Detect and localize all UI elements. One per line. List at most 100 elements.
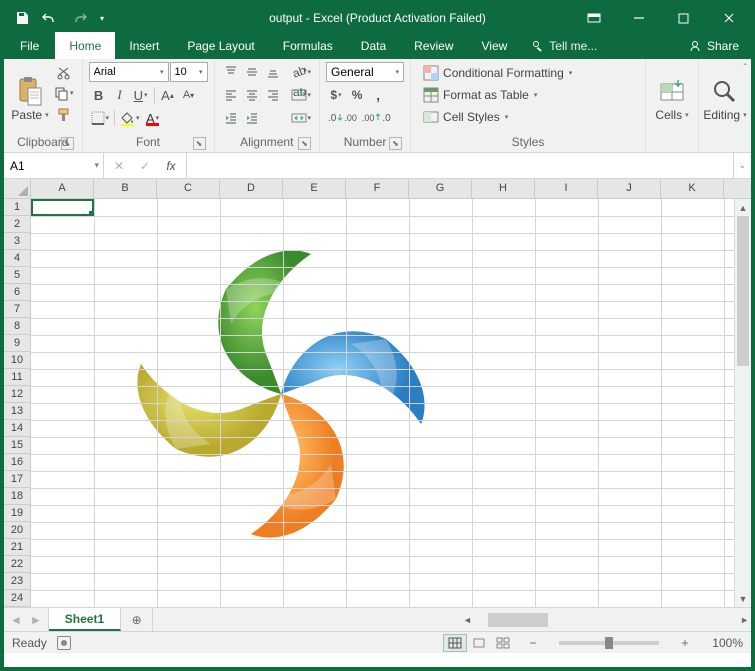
cancel-formula-button[interactable]: ✕: [107, 156, 131, 176]
increase-font-button[interactable]: A▴: [158, 85, 178, 105]
scroll-up-button[interactable]: ▲: [735, 199, 751, 216]
column-header-G[interactable]: G: [409, 179, 472, 198]
scroll-right-button[interactable]: ►: [740, 611, 749, 628]
name-box-input[interactable]: [10, 159, 97, 173]
tab-home[interactable]: Home: [55, 32, 115, 59]
column-header-E[interactable]: E: [283, 179, 346, 198]
row-header-8[interactable]: 8: [4, 318, 30, 335]
close-button[interactable]: [706, 4, 751, 32]
font-size-combo[interactable]: ▾: [170, 62, 208, 82]
row-header-10[interactable]: 10: [4, 352, 30, 369]
ribbon-display-options-button[interactable]: [571, 4, 616, 32]
row-header-24[interactable]: 24: [4, 590, 30, 607]
borders-button[interactable]: ▾: [89, 108, 112, 128]
row-header-20[interactable]: 20: [4, 522, 30, 539]
select-all-button[interactable]: [4, 179, 31, 198]
font-name-combo[interactable]: ▾: [89, 62, 169, 82]
number-format-combo[interactable]: General▾: [326, 62, 404, 82]
orientation-button[interactable]: ab▾: [289, 62, 314, 82]
maximize-button[interactable]: [661, 4, 706, 32]
zoom-out-button[interactable]: −: [525, 636, 541, 650]
column-header-J[interactable]: J: [598, 179, 661, 198]
macro-record-button[interactable]: [57, 636, 71, 650]
align-left-button[interactable]: [221, 85, 241, 105]
row-header-18[interactable]: 18: [4, 488, 30, 505]
row-header-12[interactable]: 12: [4, 386, 30, 403]
column-header-F[interactable]: F: [346, 179, 409, 198]
decrease-font-button[interactable]: A▾: [179, 85, 199, 105]
redo-button[interactable]: [69, 7, 93, 29]
accounting-format-button[interactable]: $▾: [326, 85, 346, 105]
row-header-16[interactable]: 16: [4, 454, 30, 471]
zoom-in-button[interactable]: +: [677, 636, 693, 650]
tab-view[interactable]: View: [468, 32, 522, 59]
align-top-button[interactable]: [221, 62, 241, 82]
page-break-view-button[interactable]: [491, 634, 515, 652]
new-sheet-button[interactable]: ⊕: [121, 608, 153, 631]
row-header-17[interactable]: 17: [4, 471, 30, 488]
tell-me-search[interactable]: Tell me...: [521, 32, 607, 59]
percent-format-button[interactable]: %: [347, 85, 367, 105]
row-header-6[interactable]: 6: [4, 284, 30, 301]
horizontal-scroll-thumb[interactable]: [488, 613, 548, 627]
cell-styles-button[interactable]: Cell Styles▾: [417, 106, 578, 127]
font-size-input[interactable]: [175, 66, 199, 78]
share-button[interactable]: Share: [676, 32, 751, 59]
cells-grid[interactable]: [31, 199, 734, 607]
vertical-scrollbar[interactable]: ▲ ▼: [734, 199, 751, 607]
decrease-indent-button[interactable]: [221, 108, 241, 128]
row-header-9[interactable]: 9: [4, 335, 30, 352]
format-as-table-button[interactable]: Format as Table▾: [417, 84, 578, 105]
row-header-19[interactable]: 19: [4, 505, 30, 522]
insert-function-button[interactable]: fx: [159, 156, 183, 176]
sheet-nav-buttons[interactable]: ◄►: [4, 608, 49, 631]
font-dialog-launcher[interactable]: ⬊: [193, 137, 206, 150]
clipboard-dialog-launcher[interactable]: ⬊: [61, 137, 74, 150]
copy-button[interactable]: ▾: [52, 83, 76, 103]
row-header-4[interactable]: 4: [4, 250, 30, 267]
tab-formulas[interactable]: Formulas: [269, 32, 347, 59]
tab-file[interactable]: File: [4, 32, 55, 59]
cut-button[interactable]: [52, 62, 76, 82]
minimize-button[interactable]: [616, 4, 661, 32]
row-header-21[interactable]: 21: [4, 539, 30, 556]
fill-color-button[interactable]: ▾: [118, 108, 142, 128]
italic-button[interactable]: I: [110, 85, 130, 105]
align-middle-button[interactable]: [242, 62, 262, 82]
row-header-23[interactable]: 23: [4, 573, 30, 590]
tab-data[interactable]: Data: [347, 32, 400, 59]
collapse-ribbon-button[interactable]: ˆ: [744, 63, 747, 74]
row-header-3[interactable]: 3: [4, 233, 30, 250]
row-header-2[interactable]: 2: [4, 216, 30, 233]
zoom-level[interactable]: 100%: [703, 636, 743, 650]
row-header-22[interactable]: 22: [4, 556, 30, 573]
tab-page-layout[interactable]: Page Layout: [173, 32, 268, 59]
align-bottom-button[interactable]: [263, 62, 283, 82]
column-header-D[interactable]: D: [220, 179, 283, 198]
row-header-7[interactable]: 7: [4, 301, 30, 318]
tab-review[interactable]: Review: [400, 32, 467, 59]
format-painter-button[interactable]: [52, 104, 76, 124]
merge-center-button[interactable]: ▾: [289, 108, 314, 128]
zoom-slider[interactable]: [559, 641, 659, 645]
row-header-11[interactable]: 11: [4, 369, 30, 386]
embedded-image-swirl-logo[interactable]: [131, 244, 431, 544]
editing-button[interactable]: Editing▾: [705, 62, 745, 135]
expand-formula-bar-button[interactable]: ⌄: [733, 153, 751, 178]
undo-button[interactable]: [36, 7, 60, 29]
row-header-15[interactable]: 15: [4, 437, 30, 454]
column-header-K[interactable]: K: [661, 179, 724, 198]
alignment-dialog-launcher[interactable]: ⬊: [298, 137, 311, 150]
row-header-13[interactable]: 13: [4, 403, 30, 420]
sheet-tab-sheet1[interactable]: Sheet1: [49, 608, 121, 631]
conditional-formatting-button[interactable]: Conditional Formatting▾: [417, 62, 578, 83]
font-name-input[interactable]: [94, 66, 160, 78]
align-right-button[interactable]: [263, 85, 283, 105]
align-center-button[interactable]: [242, 85, 262, 105]
scroll-down-button[interactable]: ▼: [735, 590, 751, 607]
row-header-5[interactable]: 5: [4, 267, 30, 284]
column-header-A[interactable]: A: [31, 179, 94, 198]
name-box[interactable]: ▾: [4, 153, 104, 178]
page-layout-view-button[interactable]: [467, 634, 491, 652]
vertical-scroll-thumb[interactable]: [737, 216, 749, 366]
